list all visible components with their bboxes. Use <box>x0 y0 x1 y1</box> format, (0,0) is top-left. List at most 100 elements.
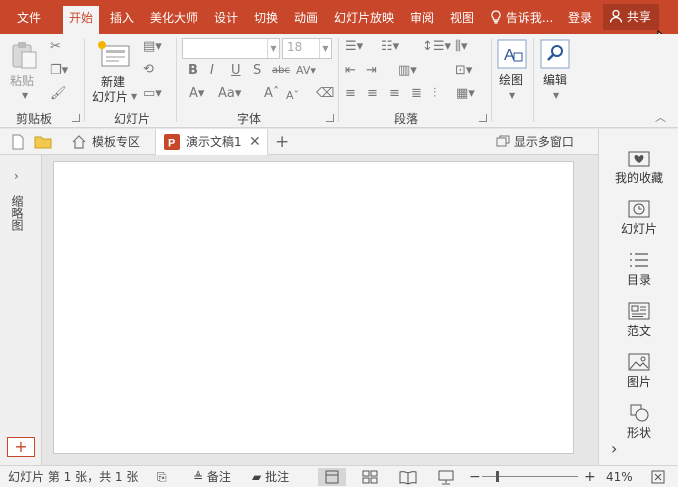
char-spacing-icon[interactable]: AV▾ <box>296 63 316 79</box>
font-name-dropdown-icon[interactable]: ▼ <box>267 39 279 58</box>
align-center-icon[interactable]: ≡ <box>367 86 378 102</box>
open-folder-icon[interactable] <box>34 134 52 150</box>
align-right-icon[interactable]: ≡ <box>389 86 400 102</box>
right-item-templates[interactable]: 范文 <box>599 302 678 339</box>
close-tab-icon[interactable]: ✕ <box>249 129 261 155</box>
show-multi-window-button[interactable]: 显示多窗口 <box>496 129 574 155</box>
editing-button[interactable]: 编辑 <box>543 71 567 88</box>
spellcheck-icon[interactable]: ⎘ <box>157 466 167 487</box>
paste-icon[interactable] <box>11 40 39 70</box>
section-icon[interactable]: ▭▾ <box>143 86 162 102</box>
font-launcher-icon[interactable] <box>326 114 334 122</box>
editing-dropdown-icon[interactable]: ▼ <box>553 88 559 104</box>
right-item-slides[interactable]: 幻灯片 <box>599 200 678 237</box>
drawing-dropdown-icon[interactable]: ▼ <box>509 88 515 104</box>
strikethrough-icon[interactable]: abc <box>272 63 290 79</box>
numbering-icon[interactable]: ☷▾ <box>381 39 399 55</box>
menu-design[interactable]: 设计 <box>214 0 238 34</box>
shadow-icon[interactable]: S <box>253 63 261 79</box>
right-item-toc[interactable]: 目录 <box>599 251 678 288</box>
tell-me-search[interactable]: 告诉我... <box>490 0 553 34</box>
share-button[interactable]: 共享 <box>603 4 659 30</box>
justify-icon[interactable]: ≣ <box>411 86 422 102</box>
menu-review[interactable]: 审阅 <box>410 0 434 34</box>
decrease-indent-icon[interactable]: ⇤ <box>345 63 356 79</box>
view-reading-button[interactable] <box>394 468 422 486</box>
layout-icon[interactable]: ▤▾ <box>143 39 162 55</box>
font-size-input[interactable]: 18 ▼ <box>282 38 332 59</box>
change-case-icon[interactable]: Aa▾ <box>218 86 241 102</box>
cut-icon[interactable]: ✂ <box>50 39 61 55</box>
shrink-font-icon[interactable]: Aˇ <box>286 88 299 104</box>
right-item-images[interactable]: 图片 <box>599 353 678 390</box>
find-icon[interactable] <box>540 39 570 69</box>
notes-button[interactable]: ≜ 备注 <box>193 466 231 487</box>
copy-icon[interactable]: ❐▾ <box>50 63 68 79</box>
group-divider <box>176 38 177 122</box>
bold-icon[interactable]: B <box>188 63 198 79</box>
menu-view[interactable]: 视图 <box>450 0 474 34</box>
paste-dropdown-icon[interactable]: ▼ <box>22 88 28 104</box>
add-tab-icon[interactable]: + <box>275 129 289 155</box>
view-normal-button[interactable] <box>318 468 346 486</box>
collapse-ribbon-icon[interactable]: ︿ <box>655 110 666 126</box>
menu-insert[interactable]: 插入 <box>110 0 134 34</box>
paste-button[interactable]: 粘贴 <box>10 72 34 89</box>
zoom-in-icon[interactable]: + <box>584 466 596 487</box>
ribbon: 粘贴 ▼ ✂ ❐▾ 🖌 剪贴板 新建 幻灯片 ▼ ▤▾ ⟲ ▭▾ 幻灯片 ▼ 1… <box>0 34 678 128</box>
login-button[interactable]: 登录 <box>568 0 592 34</box>
menu-transitions[interactable]: 切换 <box>254 0 278 34</box>
menu-animations[interactable]: 动画 <box>294 0 318 34</box>
clipboard-launcher-icon[interactable] <box>72 114 80 122</box>
align-text-icon[interactable]: ⊡▾ <box>455 63 472 79</box>
tab-template-zone[interactable]: 模板专区 <box>64 129 154 155</box>
new-slide-dropdown-icon[interactable]: ▼ <box>131 89 137 105</box>
zoom-out-icon[interactable]: − <box>469 466 481 487</box>
slide-editing-area <box>43 155 598 465</box>
slide-canvas[interactable] <box>53 161 574 454</box>
zoom-slider-thumb[interactable] <box>496 471 499 482</box>
view-sorter-button[interactable] <box>356 468 384 486</box>
bullets-icon[interactable]: ☰▾ <box>345 39 363 55</box>
shapes-icon <box>630 404 649 422</box>
font-color-icon[interactable]: A▾ <box>189 86 204 102</box>
font-size-dropdown-icon[interactable]: ▼ <box>319 39 331 58</box>
menu-slideshow[interactable]: 幻灯片放映 <box>334 0 394 34</box>
columns-icon[interactable]: ▥▾ <box>398 63 417 79</box>
align-left-icon[interactable]: ≡ <box>345 86 356 102</box>
menu-home[interactable]: 开始 <box>63 6 100 34</box>
fit-to-window-icon[interactable] <box>651 470 665 484</box>
grow-font-icon[interactable]: Aˆ <box>264 86 279 102</box>
format-painter-icon[interactable]: 🖌 <box>50 86 67 102</box>
comments-button[interactable]: ▰ 批注 <box>252 466 289 487</box>
thumbnail-panel-label[interactable]: 缩略图 <box>10 195 26 231</box>
font-name-input[interactable]: ▼ <box>182 38 280 59</box>
add-slide-button[interactable]: + <box>7 437 35 457</box>
right-pane-more-icon[interactable]: › <box>611 439 617 458</box>
clipboard-group-label: 剪贴板 <box>16 112 53 126</box>
clear-format-icon[interactable]: ⌫ <box>316 86 334 102</box>
increase-indent-icon[interactable]: ⇥ <box>366 63 377 79</box>
right-item-favorites[interactable]: 我的收藏 <box>599 149 678 186</box>
underline-icon[interactable]: U <box>231 63 241 79</box>
line-spacing-icon[interactable]: ↕☰▾ <box>422 39 451 55</box>
view-slideshow-button[interactable] <box>432 468 460 486</box>
drawing-button[interactable]: 绘图 <box>499 71 523 88</box>
new-slide-icon[interactable] <box>97 40 131 70</box>
smartart-icon[interactable]: ▦▾ <box>456 86 475 102</box>
text-direction-icon[interactable]: ⫼▾ <box>455 39 468 55</box>
italic-icon[interactable]: I <box>210 63 214 79</box>
multi-window-icon <box>496 135 510 147</box>
right-item-shapes[interactable]: 形状 <box>599 404 678 441</box>
new-document-icon[interactable] <box>11 134 25 150</box>
drawing-icon[interactable]: A <box>497 39 527 69</box>
tab-document[interactable]: P 演示文稿1 ✕ <box>155 129 268 155</box>
zoom-level[interactable]: 41% <box>606 466 633 487</box>
slides-group-label: 幻灯片 <box>114 112 151 126</box>
menu-file[interactable]: 文件 <box>17 0 41 34</box>
expand-thumbnails-icon[interactable]: › <box>14 169 19 183</box>
paragraph-launcher-icon[interactable] <box>479 114 487 122</box>
menu-beautify[interactable]: 美化大师 <box>150 0 198 34</box>
reset-icon[interactable]: ⟲ <box>143 62 154 78</box>
distribute-icon[interactable]: ⫶ <box>433 86 436 102</box>
